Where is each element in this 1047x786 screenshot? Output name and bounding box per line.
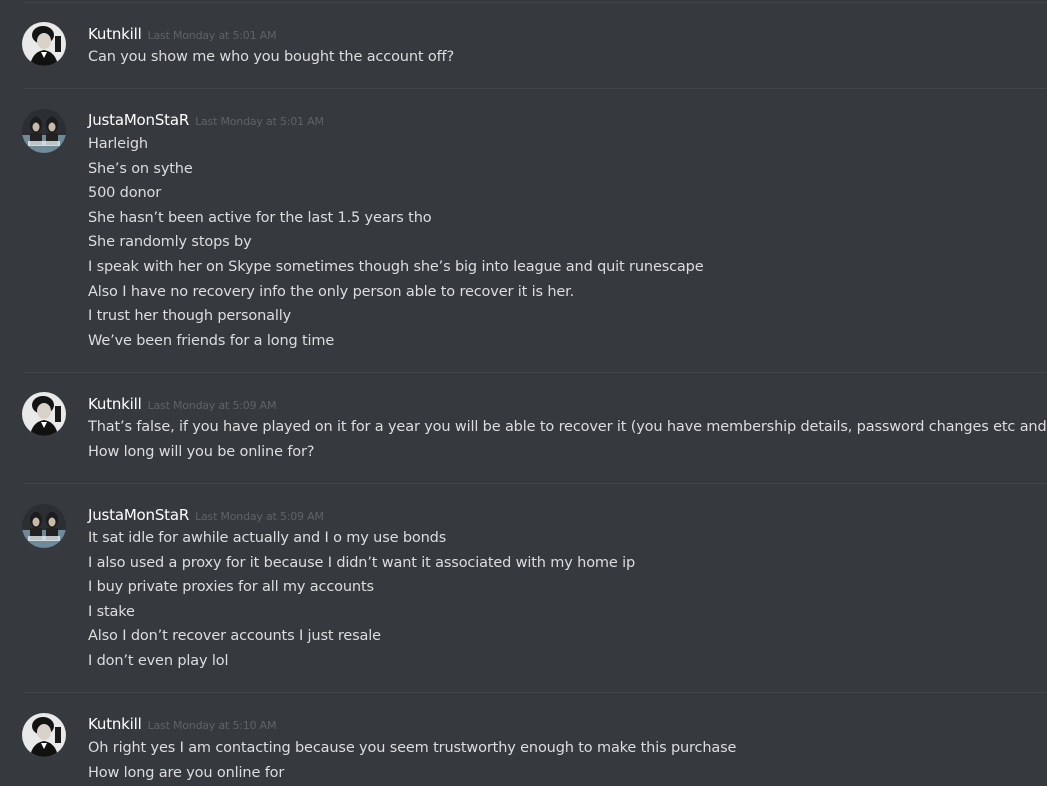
message-header: Kutnkill Last Monday at 5:10 AM	[88, 714, 276, 733]
message-line: It sat idle for awhile actually and I o …	[88, 530, 447, 546]
message-line: Can you show me who you bought the accou…	[88, 49, 455, 65]
justamonstar-avatar-image	[22, 109, 66, 153]
avatar[interactable]	[22, 713, 66, 757]
message-line: I buy private proxies for all my account…	[88, 579, 374, 596]
timestamp: Last Monday at 5:09 AM	[195, 510, 324, 523]
message-line: Also I don’t recover accounts I just res…	[88, 628, 381, 645]
message-header: Kutnkill Last Monday at 5:01 AM	[88, 24, 276, 43]
username[interactable]: Kutnkill	[88, 715, 142, 733]
username[interactable]: Kutnkill	[88, 395, 142, 413]
message-divider	[24, 372, 1047, 373]
message-content: It sat idle for awhile actually and I o …	[88, 526, 1047, 674]
avatar[interactable]	[22, 504, 66, 548]
kutnkill-avatar-image	[22, 22, 66, 66]
kutnkill-avatar-image	[22, 713, 66, 757]
timestamp: Last Monday at 5:10 AM	[147, 719, 277, 732]
message-line: I stake	[88, 603, 135, 620]
message-content: Harleigh She’s on sythe 500 donor She ha…	[88, 132, 1047, 353]
timestamp: Last Monday at 5:09 AM	[147, 399, 277, 412]
top-divider	[24, 2, 1047, 3]
timestamp: Last Monday at 5:01 AM	[147, 29, 277, 42]
avatar[interactable]	[22, 22, 66, 66]
message-header: Kutnkill Last Monday at 5:09 AM	[88, 394, 276, 413]
message-line: Also I have no recovery info the only pe…	[88, 283, 575, 300]
message-header: JustaMonStaR Last Monday at 5:09 AM	[88, 505, 324, 524]
kutnkill-avatar-image	[22, 392, 66, 436]
message-line: She’s on sythe	[88, 160, 193, 177]
message-content: That’s false, if you have played on it f…	[88, 415, 1047, 464]
message-line: How long will you be online for?	[88, 443, 315, 460]
timestamp: Last Monday at 5:01 AM	[195, 115, 324, 128]
message-line: 500 donor	[88, 185, 162, 202]
message-divider	[24, 692, 1047, 693]
message-line: That’s false, if you have played on it f…	[88, 419, 1047, 435]
username[interactable]: JustaMonStaR	[88, 111, 189, 129]
message-line: We’ve been friends for a long time	[88, 332, 335, 349]
message-line: I speak with her on Skype sometimes thou…	[88, 258, 704, 275]
message-header: JustaMonStaR Last Monday at 5:01 AM	[88, 110, 324, 129]
message-line: I also used a proxy for it because I did…	[88, 554, 636, 571]
username[interactable]: Kutnkill	[88, 25, 142, 43]
message-content: Oh right yes I am contacting because you…	[88, 736, 1047, 785]
message-line: She randomly stops by	[88, 234, 252, 251]
avatar[interactable]	[22, 392, 66, 436]
message-line: I don’t even play lol	[88, 652, 229, 669]
justamonstar-avatar-image	[22, 504, 66, 548]
username[interactable]: JustaMonStaR	[88, 506, 189, 524]
message-line: I trust her though personally	[88, 308, 292, 325]
avatar[interactable]	[22, 109, 66, 153]
message-divider	[24, 88, 1047, 89]
message-line: Harleigh	[88, 136, 148, 152]
message-line: How long are you online for	[88, 764, 285, 781]
message-divider	[24, 483, 1047, 484]
message-line: Oh right yes I am contacting because you…	[88, 740, 737, 756]
message-content: Can you show me who you bought the accou…	[88, 45, 1047, 70]
message-line: She hasn’t been active for the last 1.5 …	[88, 209, 432, 226]
